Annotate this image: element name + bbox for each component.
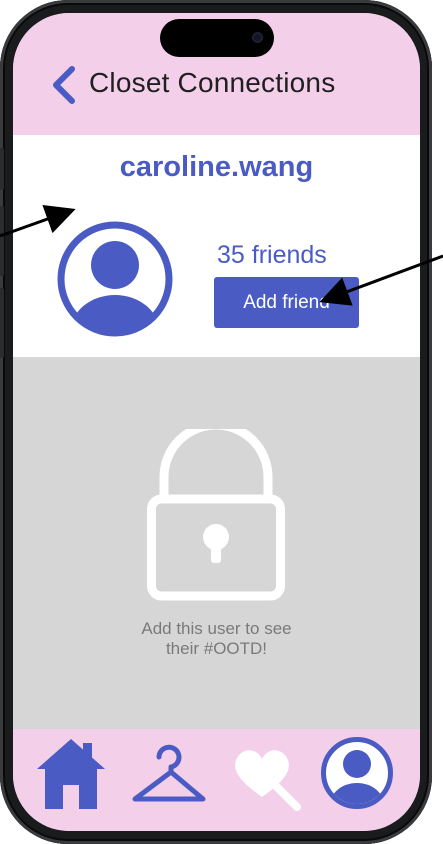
locked-message: Add this user to see their #OOTD!	[13, 619, 420, 659]
phone-frame: Closet Connections caroline.wang 35 frie…	[0, 0, 432, 844]
profile-card: caroline.wang 35 friends Add friend	[13, 135, 420, 357]
heart-search-icon	[235, 750, 301, 811]
dynamic-island	[160, 19, 274, 57]
chevron-left-icon	[53, 66, 75, 104]
page-title: Closet Connections	[89, 67, 336, 98]
friends-count: 35 friends	[217, 241, 327, 269]
app-screen: Closet Connections caroline.wang 35 frie…	[13, 13, 420, 831]
nav-profile[interactable]	[319, 735, 395, 816]
side-button	[0, 288, 4, 358]
hanger-icon	[132, 744, 206, 802]
top-app-bar: Closet Connections	[13, 13, 420, 135]
locked-message-line: their #OOTD!	[165, 639, 268, 658]
side-button	[0, 148, 4, 190]
side-button	[0, 206, 4, 276]
home-icon	[37, 739, 105, 809]
nav-favorites[interactable]	[229, 739, 305, 820]
padlock-icon	[147, 429, 285, 601]
nav-closet[interactable]	[129, 739, 209, 814]
add-friend-button[interactable]: Add friend	[214, 277, 359, 328]
bottom-nav	[13, 729, 420, 831]
locked-message-line: Add this user to see	[141, 619, 292, 638]
username: caroline.wang	[119, 151, 314, 183]
back-button[interactable]	[47, 65, 79, 105]
camera-icon	[252, 32, 263, 43]
locked-content-area: Add this user to see their #OOTD!	[13, 357, 420, 729]
user-avatar-icon	[57, 221, 173, 337]
nav-home[interactable]	[35, 737, 107, 816]
user-avatar-icon	[321, 737, 393, 809]
